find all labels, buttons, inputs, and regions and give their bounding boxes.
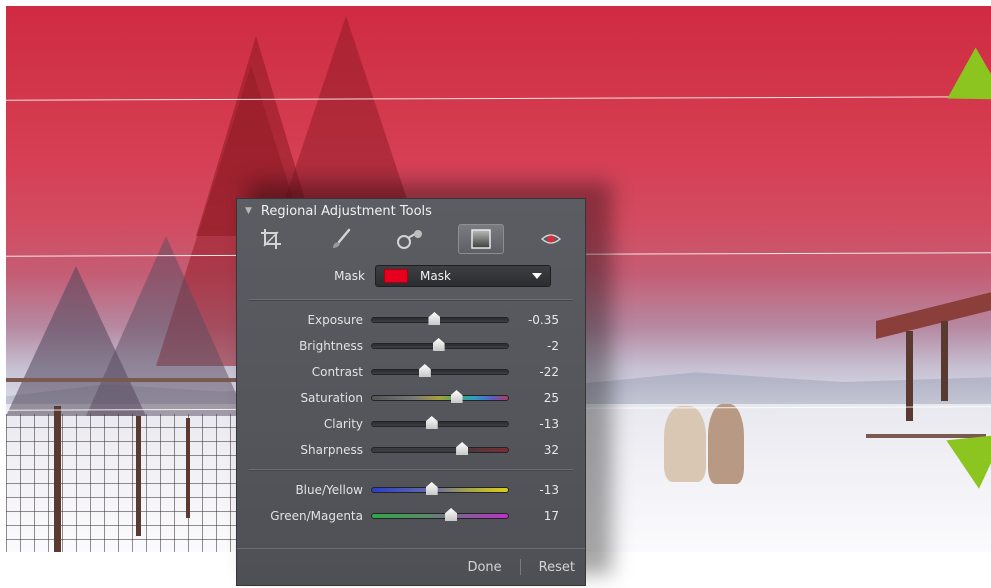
regional-adjustment-panel: ▼ Regional Adjustment Tools Mask Mask Ex… (236, 198, 586, 586)
slider-value: -13 (539, 483, 559, 497)
slider-row-sharpness: Sharpness 32 (237, 437, 585, 463)
eye-icon (540, 234, 562, 244)
footer-divider (519, 559, 521, 575)
slider-thumb[interactable] (445, 508, 458, 521)
slider-thumb[interactable] (425, 416, 438, 429)
slider-label: Exposure (307, 313, 363, 327)
collapse-triangle-icon[interactable]: ▼ (245, 206, 252, 216)
slider-control[interactable] (371, 508, 509, 523)
slider-value: -2 (547, 339, 559, 353)
slider-thumb[interactable] (428, 312, 441, 325)
slider-label: Contrast (311, 365, 363, 379)
fence-post (54, 406, 61, 552)
slider-label: Sharpness (300, 443, 363, 457)
slider-track[interactable] (371, 421, 509, 427)
slider-track[interactable] (371, 395, 509, 401)
mask-label: Mask (334, 269, 365, 283)
slider-label: Brightness (299, 339, 363, 353)
slider-label: Blue/Yellow (295, 483, 363, 497)
fence-post (186, 418, 190, 518)
slider-value: -22 (539, 365, 559, 379)
slider-value: -0.35 (527, 313, 559, 327)
divider (249, 299, 573, 301)
slider-thumb[interactable] (432, 338, 445, 351)
slider-row-brightness: Brightness -2 (237, 333, 585, 359)
brush-icon (332, 228, 350, 248)
slider-row-exposure: Exposure -0.35 (237, 307, 585, 333)
fence-rail (6, 378, 236, 382)
tree-silhouette (86, 236, 246, 416)
wire-fence (6, 414, 236, 552)
divider (249, 469, 573, 471)
done-button[interactable]: Done (457, 560, 511, 575)
mask-color-swatch[interactable] (384, 269, 408, 283)
green-arrow-icon (932, 47, 991, 125)
gazebo-post (941, 321, 948, 401)
slider-control[interactable] (371, 364, 509, 379)
slider-label: Saturation (300, 391, 363, 405)
panel-footer: Done Reset (237, 548, 585, 585)
slider-control[interactable] (371, 390, 509, 405)
person-figure (664, 406, 706, 482)
slider-control[interactable] (371, 312, 509, 327)
brush-tool-button[interactable] (319, 225, 363, 253)
slider-track[interactable] (371, 369, 509, 375)
gradient-guide-top[interactable] (6, 96, 991, 101)
slider-value: 17 (543, 509, 559, 523)
slider-row-green-magenta: Green/Magenta 17 (237, 503, 585, 529)
mask-dropdown-value: Mask (420, 269, 451, 283)
crop-icon (261, 229, 281, 249)
slider-label: Clarity (323, 417, 363, 431)
slider-row-blue-yellow: Blue/Yellow -13 (237, 477, 585, 503)
tool-row (249, 223, 573, 255)
fence-post (136, 416, 141, 536)
slider-label: Green/Magenta (270, 509, 363, 523)
color-sliders: Blue/Yellow -13 Green/Magenta 17 (237, 477, 585, 529)
slider-track[interactable] (371, 447, 509, 453)
mask-row: Mask Mask (237, 259, 585, 293)
slider-control[interactable] (371, 338, 509, 353)
slider-thumb[interactable] (418, 364, 431, 377)
slider-control[interactable] (371, 416, 509, 431)
slider-row-saturation: Saturation 25 (237, 385, 585, 411)
mask-dropdown[interactable]: Mask (375, 265, 551, 287)
gradient-tool-button[interactable] (457, 224, 504, 254)
chevron-down-icon (532, 273, 542, 279)
slider-thumb[interactable] (450, 390, 463, 403)
slider-row-contrast: Contrast -22 (237, 359, 585, 385)
primary-sliders: Exposure -0.35 Brightness -2 Contrast -22 Satu… (237, 307, 585, 463)
crop-tool-button[interactable] (249, 225, 293, 253)
slider-value: 25 (543, 391, 559, 405)
slider-thumb[interactable] (425, 482, 438, 495)
panel-title: Regional Adjustment Tools (260, 203, 432, 219)
slider-value: 32 (543, 443, 559, 457)
slider-value: -13 (539, 417, 559, 431)
gazebo-roof (876, 291, 991, 339)
slider-row-clarity: Clarity -13 (237, 411, 585, 437)
selective-point-tool-button[interactable] (388, 225, 432, 253)
slider-control[interactable] (371, 482, 509, 497)
reset-button[interactable]: Reset (529, 560, 585, 575)
slider-thumb[interactable] (456, 442, 469, 455)
selective-point-icon (397, 230, 422, 249)
slider-control[interactable] (371, 442, 509, 457)
redeye-tool-button[interactable] (529, 225, 573, 253)
person-figure (708, 404, 744, 484)
slider-track[interactable] (371, 513, 509, 519)
gradient-square-icon (470, 229, 491, 249)
slider-track[interactable] (371, 487, 509, 493)
panel-header[interactable]: ▼ Regional Adjustment Tools (237, 199, 585, 223)
